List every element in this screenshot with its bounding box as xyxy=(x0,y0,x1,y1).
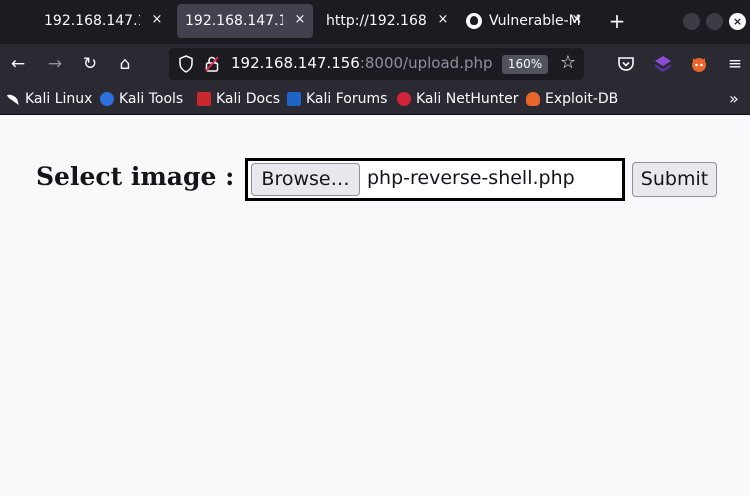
bookmark-label: Kali NetHunter xyxy=(416,91,519,107)
bookmark-label: Exploit-DB xyxy=(545,91,619,107)
tab-4[interactable]: Vulnerable-M × xyxy=(460,4,590,38)
tab-title: 192.168.147.156 xyxy=(44,13,140,29)
tab-title: Vulnerable-M xyxy=(489,13,581,29)
insecure-lock-icon[interactable] xyxy=(205,56,219,72)
bookmark-kali-tools[interactable]: Kali Tools xyxy=(100,89,183,109)
bookmark-kali-forums[interactable]: Kali Forums xyxy=(287,89,387,109)
bookmark-kali-nethunter[interactable]: Kali NetHunter xyxy=(397,89,518,109)
bookmark-kali-docs[interactable]: Kali Docs xyxy=(197,89,280,109)
maximize-button[interactable] xyxy=(706,13,723,30)
tab-1[interactable]: 192.168.147.156 × xyxy=(30,4,170,38)
minimize-button[interactable] xyxy=(683,13,700,30)
tab-title: http://192.168.147 xyxy=(326,13,426,29)
kali-tools-icon xyxy=(100,92,114,106)
bookmark-star-icon[interactable]: ☆ xyxy=(557,52,579,74)
navigation-toolbar: ← → ↻ ⌂ 192.168.147.156:8000/upload.php … xyxy=(0,44,750,84)
page-content: Select image : Browse… php-reverse-shell… xyxy=(0,116,750,496)
url-bar[interactable]: 192.168.147.156:8000/upload.php 160% ☆ xyxy=(169,48,584,80)
bookmarks-toolbar: Kali Linux Kali Tools Kali Docs Kali For… xyxy=(0,84,750,115)
tab-title: 192.168.147.156 xyxy=(185,13,283,29)
select-image-label: Select image : xyxy=(36,162,235,191)
forward-arrow-icon[interactable]: → xyxy=(44,53,66,75)
kali-docs-icon xyxy=(197,92,211,106)
submit-button[interactable]: Submit xyxy=(632,162,717,197)
kali-dragon-icon xyxy=(7,94,19,105)
pocket-icon[interactable] xyxy=(616,54,636,74)
tab-2-active[interactable]: 192.168.147.156 × xyxy=(177,4,313,38)
bookmark-label: Kali Forums xyxy=(306,91,388,107)
kali-forums-icon xyxy=(287,92,301,106)
url-path: :8000/upload.php xyxy=(359,54,493,72)
extension-fox-icon[interactable] xyxy=(689,54,709,74)
selected-filename: php-reverse-shell.php xyxy=(367,167,575,189)
browse-button[interactable]: Browse… xyxy=(251,163,360,196)
nethunter-icon xyxy=(397,92,411,106)
tab-close-icon[interactable]: × xyxy=(570,12,584,27)
home-icon[interactable]: ⌂ xyxy=(114,53,136,75)
hamburger-menu-icon[interactable]: ≡ xyxy=(725,54,745,74)
url-text[interactable]: 192.168.147.156:8000/upload.php xyxy=(231,54,493,72)
url-host: 192.168.147.156 xyxy=(231,54,360,72)
zoom-level-badge[interactable]: 160% xyxy=(502,55,548,74)
bookmark-kali-linux[interactable]: Kali Linux xyxy=(6,89,92,109)
bookmark-exploit-db[interactable]: Exploit-DB xyxy=(526,89,618,109)
new-tab-button[interactable]: + xyxy=(606,9,628,33)
back-arrow-icon[interactable]: ← xyxy=(7,53,29,75)
bookmark-label: Kali Linux xyxy=(25,91,93,107)
tab-close-icon[interactable]: × xyxy=(436,12,450,27)
tab-strip: 192.168.147.156 × 192.168.147.156 × http… xyxy=(0,0,750,44)
exploit-db-icon xyxy=(526,92,540,106)
bookmark-label: Kali Tools xyxy=(119,91,184,107)
tab-close-icon[interactable]: × xyxy=(293,12,307,27)
shield-icon[interactable] xyxy=(178,55,194,73)
bookmark-label: Kali Docs xyxy=(216,91,281,107)
extension-purple-icon[interactable] xyxy=(653,54,673,74)
github-icon xyxy=(466,13,482,29)
file-input[interactable]: Browse… php-reverse-shell.php xyxy=(245,158,625,201)
tab-3[interactable]: http://192.168.147 × xyxy=(318,4,456,38)
close-window-button[interactable]: × xyxy=(729,13,746,30)
tab-close-icon[interactable]: × xyxy=(150,12,164,27)
reload-icon[interactable]: ↻ xyxy=(79,53,101,75)
bookmarks-overflow-chevron-icon[interactable]: » xyxy=(729,89,739,109)
